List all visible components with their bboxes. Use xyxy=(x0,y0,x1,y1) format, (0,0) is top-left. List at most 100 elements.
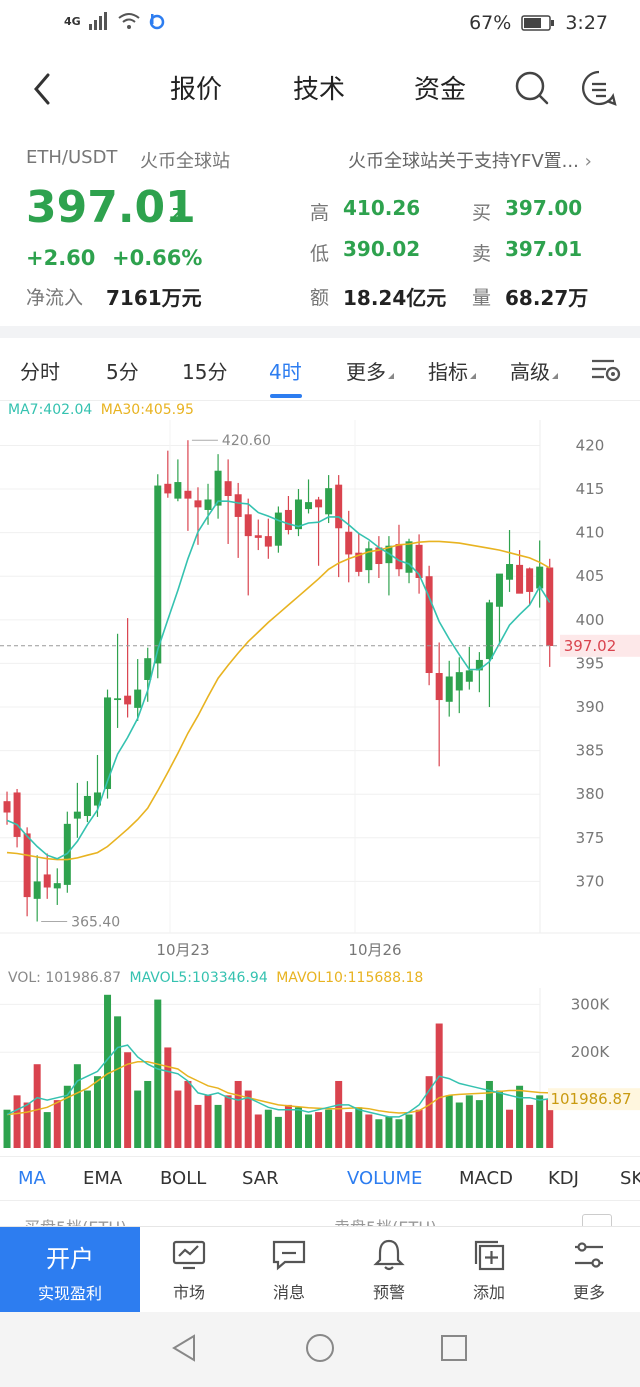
interval-tab-indicators[interactable]: 指标 xyxy=(428,356,476,385)
candle-body xyxy=(3,801,11,813)
volume-bar xyxy=(415,1109,423,1148)
vol-y-tick-label: 300K xyxy=(571,995,611,1013)
interval-tab-advanced-label: 高级 xyxy=(510,360,550,384)
chart-settings-icon[interactable] xyxy=(590,356,622,384)
bell-icon xyxy=(373,1239,405,1271)
volume-bar xyxy=(385,1116,393,1148)
interval-tab-more[interactable]: 更多 xyxy=(346,356,394,385)
volume-bar xyxy=(445,1095,453,1148)
system-back-icon[interactable] xyxy=(170,1332,198,1364)
volume-bar xyxy=(475,1100,483,1148)
indicator-tab-ma[interactable]: MA xyxy=(18,1168,46,1189)
system-recents-icon[interactable] xyxy=(440,1334,468,1362)
candle-body xyxy=(315,499,323,508)
sell-value: 397.01 xyxy=(505,237,583,261)
candle-body xyxy=(144,658,152,680)
candle-body xyxy=(435,673,443,701)
netflow-label: 净流入 xyxy=(26,287,84,309)
interval-tab-advanced[interactable]: 高级 xyxy=(510,356,558,385)
candle-body xyxy=(154,485,162,664)
interval-tab-5m[interactable]: 5分 xyxy=(106,356,139,385)
nav-more[interactable]: 更多 xyxy=(544,1227,634,1313)
indicator-tab-volume[interactable]: VOLUME xyxy=(347,1168,422,1189)
battery-icon xyxy=(521,15,555,31)
indicator-tab-sk[interactable]: SK xyxy=(620,1168,640,1189)
indicator-tab-sar[interactable]: SAR xyxy=(242,1168,279,1189)
nav-message[interactable]: 消息 xyxy=(244,1227,334,1313)
active-tab-indicator xyxy=(270,394,302,398)
indicator-tab-macd[interactable]: MACD xyxy=(459,1168,513,1189)
volume-bar xyxy=(93,1076,101,1148)
last-price-label: 397.02 xyxy=(564,637,617,655)
volume-bar xyxy=(43,1112,51,1148)
volume-bar xyxy=(506,1109,514,1148)
nav-add[interactable]: 添加 xyxy=(444,1227,534,1313)
vol-legend: VOL: 101986.87 xyxy=(8,970,122,986)
volume-bar xyxy=(144,1080,152,1148)
candle-body xyxy=(224,481,232,497)
interval-tab-timeshare[interactable]: 分时 xyxy=(20,356,60,385)
indicator-tab-boll[interactable]: BOLL xyxy=(160,1168,206,1189)
candle-body xyxy=(284,509,292,531)
interval-tab-15m[interactable]: 15分 xyxy=(182,356,227,385)
low-label: 低 xyxy=(310,243,330,265)
depth-toggle[interactable] xyxy=(582,1214,612,1226)
indicator-divider-top xyxy=(0,1156,640,1157)
announcement-link[interactable]: 火币全球站关于支持YFV置... › xyxy=(348,147,610,173)
signal-icon xyxy=(88,12,107,30)
volume-label: 量 xyxy=(472,287,492,309)
candle-body xyxy=(294,499,302,530)
volume-bar xyxy=(325,1109,333,1148)
candle-body xyxy=(184,490,192,499)
system-nav-bar xyxy=(0,1312,640,1387)
indicator-tab-kdj[interactable]: KDJ xyxy=(548,1168,579,1189)
candle-body xyxy=(395,543,403,570)
wifi-icon xyxy=(118,13,140,29)
candle-body xyxy=(345,531,353,555)
volume-bar xyxy=(33,1064,41,1148)
tab-funds[interactable]: 资金 xyxy=(414,69,466,106)
app-badge-icon xyxy=(149,14,164,30)
volume-legend: VOL: 101986.87 MAVOL5:103346.94 MAVOL10:… xyxy=(8,970,423,986)
candle-body xyxy=(264,536,272,547)
nav-alert[interactable]: 预警 xyxy=(344,1227,434,1313)
trading-pair: ETH/USDT xyxy=(26,147,118,168)
candle-body xyxy=(485,602,493,660)
candle-body xyxy=(254,535,262,538)
indicator-tab-ema[interactable]: EMA xyxy=(83,1168,122,1189)
volume-bar xyxy=(164,1047,172,1148)
chat-menu-icon[interactable] xyxy=(580,69,618,107)
buy-value: 397.00 xyxy=(505,196,583,220)
y-tick-label: 400 xyxy=(576,611,605,629)
add-icon xyxy=(474,1240,505,1271)
dropdown-triangle-icon xyxy=(552,373,558,379)
indicator-divider-bottom xyxy=(0,1200,640,1201)
y-tick-label: 385 xyxy=(576,742,605,760)
y-tick-label: 420 xyxy=(576,436,605,454)
price-change-percent: +0.66% xyxy=(112,246,203,270)
volume-value: 68.27万 xyxy=(505,286,589,310)
battery-percent: 67% xyxy=(469,12,512,34)
network-icon: 4G xyxy=(64,14,81,28)
volume-chart[interactable]: 300K 200K 101986.87 xyxy=(0,988,640,1154)
high-annotation: 420.60 xyxy=(222,433,271,449)
back-arrow-icon[interactable] xyxy=(28,69,58,109)
candle-body xyxy=(325,488,333,515)
tab-quote[interactable]: 报价 xyxy=(170,69,222,106)
tab-divider xyxy=(0,400,640,401)
candlestick-chart[interactable]: 420 415 410 405 400 395 390 385 380 375 370 10月23 10… xyxy=(0,420,640,965)
y-tick-label: 410 xyxy=(576,524,605,542)
candle-body xyxy=(526,568,534,592)
system-home-icon[interactable] xyxy=(304,1332,336,1364)
open-account-button[interactable]: 开户 实现盈利 xyxy=(0,1227,140,1313)
volume-bar xyxy=(174,1090,182,1148)
volume-bar xyxy=(124,1052,132,1148)
volume-bar xyxy=(465,1095,473,1148)
candle-body xyxy=(194,500,202,508)
interval-tab-4h[interactable]: 4时 xyxy=(269,356,302,385)
tab-technical[interactable]: 技术 xyxy=(293,69,345,106)
volume-bar xyxy=(194,1104,202,1148)
search-icon[interactable] xyxy=(513,69,551,107)
nav-market[interactable]: 市场 xyxy=(144,1227,234,1313)
exchange-name[interactable]: 火币全球站 xyxy=(140,147,230,173)
